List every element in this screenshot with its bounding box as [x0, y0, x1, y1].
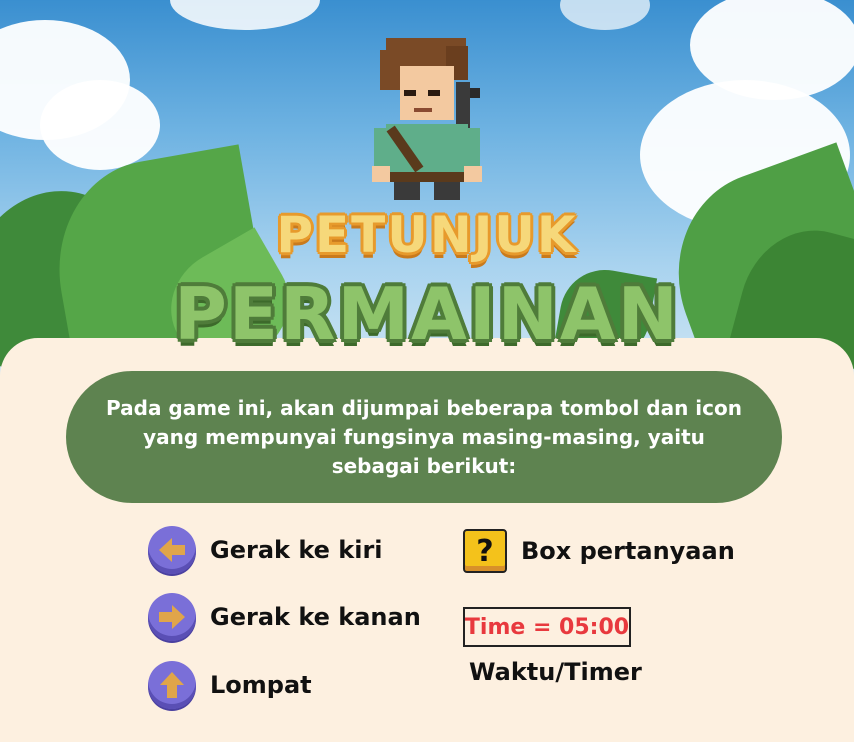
timer-label: Waktu/Timer: [469, 658, 642, 686]
control-left-label: Gerak ke kiri: [210, 536, 383, 564]
cloud: [170, 0, 320, 30]
cloud: [40, 80, 160, 170]
character-icon: [372, 38, 482, 200]
title-line-2: PERMAINAN: [174, 272, 680, 356]
control-jump-label: Lompat: [210, 671, 312, 699]
character-sprite: [360, 32, 494, 200]
intro-text: Pada game ini, akan dijumpai beberapa to…: [106, 395, 742, 478]
arrow-right-icon: [148, 593, 196, 641]
question-box-icon: ?: [463, 529, 507, 573]
control-right: Gerak ke kanan: [148, 593, 421, 641]
question-box-label: Box pertanyaan: [521, 537, 735, 565]
question-box-guide: ? Box pertanyaan: [463, 529, 735, 573]
control-left: Gerak ke kiri: [148, 526, 383, 574]
arrow-left-icon: [148, 526, 196, 574]
title-line-1: PETUNJUK: [276, 206, 578, 264]
intro-banner: Pada game ini, akan dijumpai beberapa to…: [66, 371, 782, 503]
cloud: [560, 0, 650, 30]
arrow-up-icon: [148, 661, 196, 709]
control-right-label: Gerak ke kanan: [210, 603, 421, 631]
timer-display: Time = 05:00: [463, 607, 631, 647]
control-jump: Lompat: [148, 661, 312, 709]
